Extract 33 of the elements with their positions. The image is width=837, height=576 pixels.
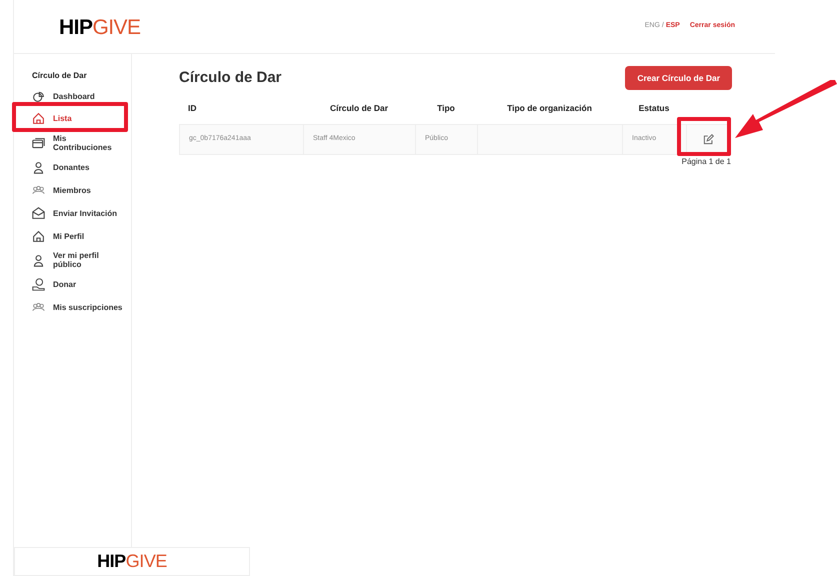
- card-icon: [32, 136, 45, 150]
- sidebar-item[interactable]: Enviar Invitación: [32, 202, 131, 224]
- column-header: Círculo de Dar: [328, 102, 390, 114]
- sidebar-item[interactable]: Donantes: [32, 156, 131, 178]
- footer-logo: HIPGIVE: [97, 550, 167, 573]
- create-button[interactable]: Crear Círculo de Dar: [625, 66, 732, 90]
- column-header: Tipo de organización: [506, 102, 593, 114]
- group-icon: [32, 184, 45, 196]
- hand-coin-icon: [32, 278, 45, 290]
- sidebar-item[interactable]: Mis Contribuciones: [32, 131, 131, 155]
- pagination-text: Página 1 de 1: [682, 156, 731, 168]
- person-icon: [32, 254, 45, 266]
- highlight-box: [677, 117, 731, 156]
- column-header: Estatus: [638, 102, 670, 114]
- house-icon: [32, 112, 45, 125]
- house-icon: [32, 230, 45, 242]
- sidebar-item[interactable]: Mi Perfil: [32, 225, 131, 247]
- column-header: Tipo: [436, 102, 456, 114]
- group-icon: [32, 300, 45, 314]
- logo: HIPGIVE: [59, 15, 141, 42]
- person-icon: [32, 160, 45, 174]
- sidebar-item[interactable]: Donar: [32, 273, 131, 295]
- column-header: ID: [187, 102, 198, 114]
- page-title: Círculo de Dar: [179, 68, 282, 88]
- sidebar-title: Círculo de Dar: [32, 70, 88, 82]
- sidebar-item[interactable]: Ver mi perfil público: [32, 248, 131, 272]
- sidebar-item[interactable]: Dashboard: [32, 85, 131, 107]
- sidebar-item[interactable]: Miembros: [32, 179, 131, 201]
- envelope-icon: [32, 206, 45, 220]
- sidebar-item[interactable]: Lista: [32, 108, 126, 130]
- edit-icon[interactable]: [703, 134, 714, 145]
- sidebar-item[interactable]: Mis suscripciones: [32, 296, 131, 318]
- chart-icon: [32, 90, 45, 102]
